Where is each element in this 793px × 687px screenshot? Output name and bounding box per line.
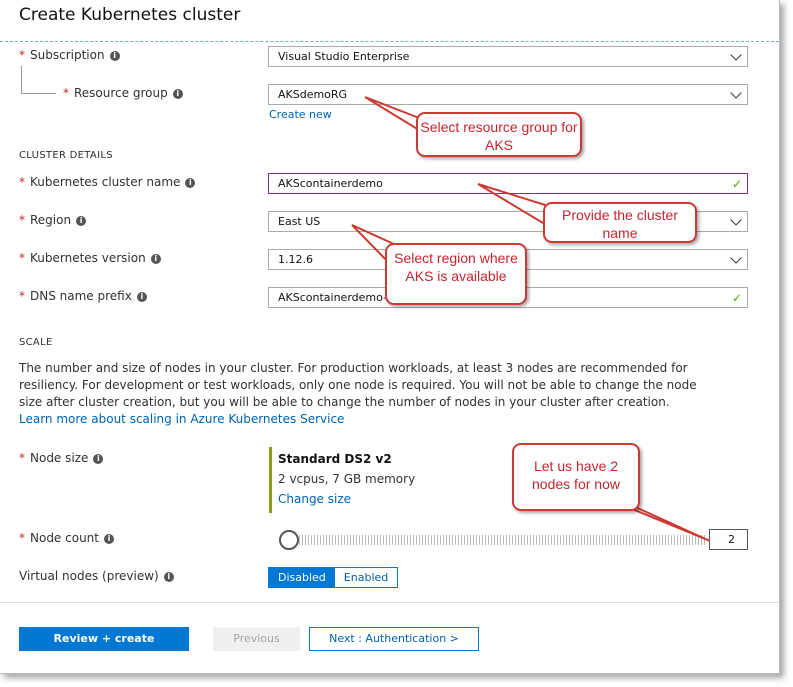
scale-description: The number and size of nodes in your clu… [19, 360, 709, 428]
node-count-slider-handle[interactable] [279, 530, 299, 550]
subscription-value: Visual Studio Enterprise [278, 50, 410, 63]
node-size-specs: 2 vcpus, 7 GB memory [278, 472, 416, 486]
create-cluster-blade: Create Kubernetes cluster * Subscription i… [0, 0, 780, 674]
chevron-down-icon [730, 252, 742, 264]
virtual-nodes-disabled-option[interactable]: Disabled [269, 568, 335, 587]
info-icon[interactable]: i [136, 292, 147, 302]
region-value: East US [278, 215, 321, 228]
chevron-down-icon [730, 87, 742, 99]
resource-group-callout: Select resource group for AKS [416, 112, 582, 157]
node-count-label: * Node count i [19, 531, 114, 545]
tree-connector [21, 66, 56, 94]
checkmark-icon: ✓ [731, 177, 742, 191]
next-authentication-button[interactable]: Next : Authentication > [309, 627, 479, 651]
info-icon[interactable]: i [104, 534, 114, 544]
change-size-link[interactable]: Change size [278, 492, 351, 506]
cluster-name-callout: Provide the cluster name [543, 202, 697, 243]
info-icon[interactable]: i [76, 216, 87, 226]
info-icon[interactable]: i [185, 178, 196, 188]
region-label: * Region i [19, 213, 87, 227]
node-count-slider-track[interactable] [290, 535, 705, 545]
checkmark-icon: ✓ [731, 291, 742, 305]
subscription-label: * Subscription i [19, 48, 120, 62]
create-new-link[interactable]: Create new [269, 108, 332, 121]
subscription-dropdown[interactable]: Visual Studio Enterprise [268, 46, 748, 67]
node-size-label: * Node size i [19, 451, 104, 465]
info-icon[interactable]: i [93, 454, 104, 464]
info-icon[interactable]: i [150, 254, 161, 264]
dns-prefix-label: * DNS name prefix i [19, 289, 147, 303]
cluster-name-input[interactable]: AKScontainerdemo ✓ [268, 173, 748, 194]
node-count-callout: Let us have 2 nodes for now [512, 443, 640, 511]
info-icon[interactable]: i [109, 51, 120, 61]
virtual-nodes-enabled-option[interactable]: Enabled [334, 568, 398, 587]
chevron-down-icon [730, 49, 742, 61]
cluster-name-label: * Kubernetes cluster name i [19, 175, 196, 189]
info-icon[interactable]: i [163, 572, 174, 582]
resource-group-dropdown[interactable]: AKSdemoRG [268, 84, 748, 105]
info-icon[interactable]: i [172, 89, 183, 99]
node-size-accent-bar [269, 447, 272, 513]
cluster-name-value: AKScontainerdemo [278, 177, 383, 190]
virtual-nodes-toggle[interactable]: Disabled Enabled [268, 567, 399, 588]
learn-more-link[interactable]: Learn more about scaling in Azure Kubern… [19, 412, 344, 426]
scale-description-text: The number and size of nodes in your clu… [19, 361, 697, 409]
region-callout: Select region where AKS is available [385, 243, 527, 305]
resource-group-label: * Resource group i [63, 86, 183, 100]
footer-divider [0, 602, 779, 603]
review-create-button[interactable]: Review + create [19, 627, 189, 651]
node-size-name: Standard DS2 v2 [278, 452, 392, 466]
header-divider [0, 41, 779, 42]
cluster-details-heading: CLUSTER DETAILS [19, 150, 113, 161]
resource-group-value: AKSdemoRG [278, 88, 348, 101]
chevron-down-icon [730, 214, 742, 226]
virtual-nodes-label: Virtual nodes (preview) i [19, 569, 174, 583]
previous-button: Previous [213, 627, 300, 651]
node-count-input[interactable]: 2 [709, 529, 748, 550]
scale-heading: SCALE [19, 337, 53, 348]
page-title: Create Kubernetes cluster [19, 5, 241, 25]
kubernetes-version-label: * Kubernetes version i [19, 251, 161, 265]
kubernetes-version-value: 1.12.6 [278, 253, 313, 266]
